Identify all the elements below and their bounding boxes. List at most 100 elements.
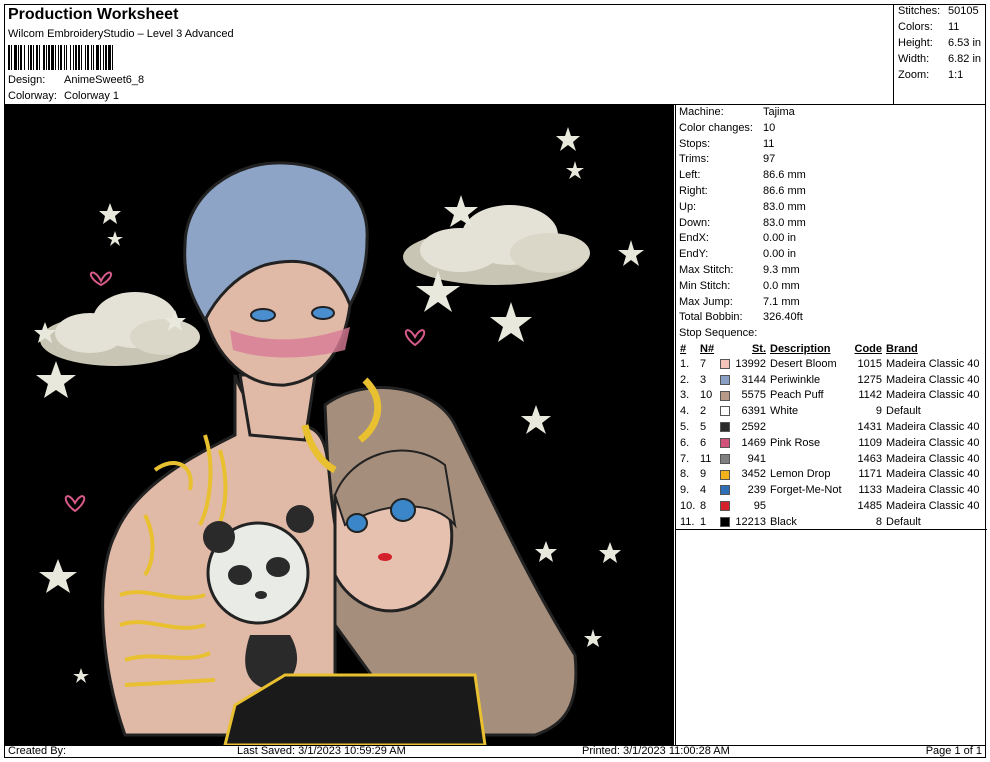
detail-row: Left: 86.6 mm <box>679 169 806 181</box>
detail-value: 0.0 mm <box>763 279 800 292</box>
detail-label: Max Jump: <box>679 295 733 308</box>
detail-label: Stops: <box>679 137 711 150</box>
color-swatch <box>718 498 732 514</box>
color-swatch <box>718 388 732 404</box>
printed-date: Printed: 3/1/2023 11:00:28 AM <box>582 745 730 757</box>
row-description <box>768 419 850 435</box>
table-row: 8. 9 3452 Lemon Drop 1171 Madeira Classic 40 <box>678 467 982 483</box>
colors-value: 11 <box>948 21 960 33</box>
width-label: Width: <box>898 53 930 65</box>
row-stitches: 13992 <box>735 357 766 370</box>
detail-label: Min Stitch: <box>679 279 731 292</box>
row-index: 9. <box>680 484 690 497</box>
zoom-label: Zoom: <box>898 69 930 81</box>
zoom-row: Zoom: 1:1 <box>898 69 963 81</box>
detail-row: EndX: 0.00 in <box>679 232 796 244</box>
row-stitches: 3452 <box>741 468 766 481</box>
heart-icon <box>89 271 113 287</box>
thread-color-icon <box>720 422 730 433</box>
row-needle: 11 <box>700 452 712 465</box>
star-icon <box>566 161 584 179</box>
row-code: 9 <box>875 405 882 418</box>
detail-label: Up: <box>679 200 697 213</box>
row-brand: Default <box>886 405 921 418</box>
col-description: Description <box>770 342 831 355</box>
detail-row: Machine: Tajima <box>679 106 795 118</box>
height-label: Height: <box>898 37 933 49</box>
table-header-row: # N# St. Description Code Brand <box>678 341 982 356</box>
design-details: Machine: Tajima Color changes: 10 Stops: 11 Tr… <box>675 105 987 745</box>
row-needle: 10 <box>700 389 713 402</box>
zoom-value: 1:1 <box>948 69 964 81</box>
detail-row: Total Bobbin: 326.40ft <box>679 311 803 323</box>
color-swatch <box>718 435 732 451</box>
thread-color-icon <box>720 358 730 369</box>
width-value: 6.82 in <box>948 53 982 65</box>
row-brand: Madeira Classic 40 <box>886 357 980 370</box>
row-code: 1142 <box>858 389 882 402</box>
page-number: Page 1 of 1 <box>925 745 982 757</box>
row-index: 1. <box>680 357 690 370</box>
star-icon <box>599 542 621 563</box>
detail-value: 10 <box>763 121 776 134</box>
design-value: AnimeSweet6_8 <box>64 74 145 86</box>
row-stitches: 5575 <box>741 389 766 402</box>
row-index: 5. <box>680 421 690 434</box>
detail-label: Machine: <box>679 106 724 118</box>
row-description: Peach Puff <box>770 389 824 402</box>
page-title: Production Worksheet <box>8 6 179 23</box>
detail-value: Tajima <box>763 106 795 118</box>
detail-label: Right: <box>679 185 708 197</box>
panda-nose <box>255 591 267 599</box>
barcode <box>8 45 200 70</box>
table-divider <box>676 529 987 530</box>
table-row: 4. 2 6391 White 9 Default <box>678 403 982 419</box>
star-icon <box>556 127 580 151</box>
row-stitches: 6391 <box>741 405 766 418</box>
star-icon <box>39 559 77 593</box>
row-needle: 1 <box>700 515 707 528</box>
color-swatch <box>718 467 732 483</box>
cloud-left <box>40 292 200 366</box>
row-description: Desert Bloom <box>770 357 837 370</box>
row-stitches: 2592 <box>741 421 766 434</box>
star-icon <box>73 668 89 683</box>
row-stitches: 12213 <box>735 515 766 528</box>
row-brand: Madeira Classic 40 <box>886 389 980 402</box>
worksheet-header: Production Worksheet Wilcom EmbroiderySt… <box>4 4 894 104</box>
row-code: 1171 <box>858 468 882 481</box>
col-stitches: St. <box>751 342 766 355</box>
table-row: 1. 7 13992 Desert Bloom 1015 Madeira Classic … <box>678 356 982 372</box>
detail-row: Color changes: 10 <box>679 122 775 134</box>
row-index: 7. <box>680 452 690 465</box>
star-icon <box>584 629 602 647</box>
star-icon <box>490 302 532 342</box>
row-needle: 7 <box>700 357 707 370</box>
row-description <box>768 498 850 514</box>
worksheet-footer: Created By: Last Saved: 3/1/2023 10:59:2… <box>4 745 986 758</box>
thread-color-icon <box>720 453 730 464</box>
design-row: Design: AnimeSweet6_8 <box>8 74 144 86</box>
table-row: 6. 6 1469 Pink Rose 1109 Madeira Classic 40 <box>678 435 982 451</box>
detail-value: 86.6 mm <box>763 185 806 197</box>
row-code: 1275 <box>857 373 882 386</box>
detail-row: EndY: 0.00 in <box>679 248 796 260</box>
heart-icon <box>64 495 86 513</box>
heart-icon <box>404 329 426 347</box>
design-summary: Stitches: 50105 Colors: 11 Height: 6.53 in … <box>894 4 986 104</box>
row-needle: 8 <box>700 500 707 513</box>
detail-label: Color changes: <box>679 121 753 134</box>
table-row: 3. 10 5575 Peach Puff 1142 Madeira Classic 40 <box>678 388 982 404</box>
row-needle: 5 <box>700 421 707 434</box>
stitches-label: Stitches: <box>898 5 941 17</box>
design-preview <box>5 105 674 745</box>
color-swatch <box>718 451 732 467</box>
detail-value: 0.00 in <box>763 248 797 261</box>
thread-color-icon <box>720 437 730 448</box>
row-index: 4. <box>680 405 690 418</box>
col-index: # <box>680 342 687 355</box>
thread-color-icon <box>720 501 730 512</box>
row-index: 2. <box>680 373 690 386</box>
detail-row: Right: 86.6 mm <box>679 185 806 197</box>
colorway-row: Colorway: Colorway 1 <box>8 90 119 102</box>
